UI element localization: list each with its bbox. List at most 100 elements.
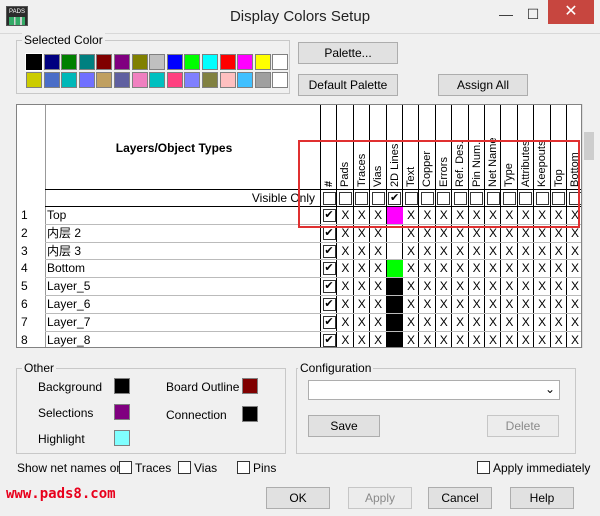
palette-swatch[interactable] [26,72,42,88]
disabled-color-cell[interactable]: X [354,278,370,295]
palette-swatch[interactable] [272,54,289,70]
palette-swatch[interactable] [131,72,148,88]
disabled-color-cell[interactable]: X [551,260,567,277]
disabled-color-cell[interactable]: X [567,314,581,331]
palette-swatch[interactable] [184,54,201,70]
palette-button[interactable]: Palette... [298,42,398,64]
disabled-color-cell[interactable]: X [403,332,419,347]
layer-visible-checkbox[interactable]: ✔ [322,333,336,347]
palette-swatch[interactable] [114,54,130,70]
disabled-color-cell[interactable]: X [403,314,419,331]
layer-color-cell[interactable] [386,296,403,313]
disabled-color-cell[interactable]: X [337,296,353,313]
layer-name[interactable]: Bottom [47,260,301,277]
layer-visible-checkbox[interactable]: ✔ [322,280,336,294]
apply-button[interactable]: Apply [348,487,412,509]
palette-swatch[interactable] [43,54,60,70]
disabled-color-cell[interactable]: X [501,278,517,295]
disabled-color-cell[interactable]: X [469,260,485,277]
highlight-color-swatch[interactable] [114,430,130,446]
layer-name[interactable]: 内层 3 [47,243,301,260]
disabled-color-cell[interactable]: X [354,296,370,313]
disabled-color-cell[interactable]: X [452,260,468,277]
disabled-color-cell[interactable]: X [469,278,485,295]
layer-name[interactable]: 内层 2 [47,225,301,242]
cancel-button[interactable]: Cancel [428,487,492,509]
disabled-color-cell[interactable]: X [436,314,452,331]
help-button[interactable]: Help [510,487,574,509]
disabled-color-cell[interactable]: X [436,278,452,295]
disabled-color-cell[interactable]: X [337,243,353,260]
disabled-color-cell[interactable]: X [403,296,419,313]
disabled-color-cell[interactable]: X [534,260,550,277]
palette-swatch[interactable] [61,54,78,70]
disabled-color-cell[interactable]: X [419,314,435,331]
layer-color-cell[interactable] [386,260,403,278]
layer-visible-checkbox[interactable]: ✔ [322,315,336,329]
disabled-color-cell[interactable]: X [518,243,534,260]
disabled-color-cell[interactable]: X [534,314,550,331]
disabled-color-cell[interactable]: X [419,296,435,313]
disabled-color-cell[interactable]: X [485,260,501,277]
disabled-color-cell[interactable]: X [354,332,370,347]
disabled-color-cell[interactable]: X [501,296,517,313]
disabled-color-cell[interactable]: X [518,314,534,331]
grid-scrollbar-thumb[interactable] [584,132,594,160]
disabled-color-cell[interactable]: X [337,260,353,277]
disabled-color-cell[interactable]: X [403,243,419,260]
palette-swatch[interactable] [166,72,183,88]
palette-swatch[interactable] [254,54,271,70]
configuration-select[interactable]: ⌄ [308,380,560,400]
disabled-color-cell[interactable]: X [337,278,353,295]
palette-swatch[interactable] [166,54,183,70]
layer-visible-checkbox[interactable]: ✔ [322,244,336,258]
disabled-color-cell[interactable]: X [370,278,386,295]
disabled-color-cell[interactable]: X [419,243,435,260]
palette-swatch[interactable] [25,53,43,71]
disabled-color-cell[interactable]: X [403,260,419,277]
board-outline-color-swatch[interactable] [242,378,258,394]
disabled-color-cell[interactable]: X [469,296,485,313]
disabled-color-cell[interactable]: X [370,314,386,331]
disabled-color-cell[interactable]: X [534,243,550,260]
palette-swatch[interactable] [131,54,148,70]
disabled-color-cell[interactable]: X [419,260,435,277]
palette-swatch[interactable] [114,72,130,88]
disabled-color-cell[interactable]: X [551,243,567,260]
disabled-color-cell[interactable]: X [501,314,517,331]
disabled-color-cell[interactable]: X [436,260,452,277]
palette-swatch[interactable] [237,54,254,70]
traces-checkbox[interactable] [119,461,132,474]
disabled-color-cell[interactable]: X [567,260,581,277]
disabled-color-cell[interactable]: X [567,243,581,260]
disabled-color-cell[interactable]: X [436,332,452,347]
disabled-color-cell[interactable]: X [370,332,386,347]
disabled-color-cell[interactable]: X [469,314,485,331]
disabled-color-cell[interactable]: X [567,296,581,313]
background-color-swatch[interactable] [114,378,130,394]
layer-visible-checkbox[interactable]: ✔ [322,298,336,311]
palette-swatch[interactable] [219,72,236,88]
close-button[interactable]: ✕ [548,0,594,24]
palette-swatch[interactable] [43,72,60,88]
disabled-color-cell[interactable]: X [337,332,353,347]
assign-all-button[interactable]: Assign All [438,74,528,96]
pins-checkbox[interactable] [237,461,250,474]
layer-name[interactable]: Top [47,207,301,224]
save-button[interactable]: Save [308,415,380,437]
layer-visible-checkbox[interactable]: ✔ [322,226,336,240]
maximize-button[interactable]: ☐ [522,4,544,24]
layer-name[interactable]: Layer_8 [47,332,301,347]
palette-swatch[interactable] [96,54,113,70]
disabled-color-cell[interactable]: X [452,314,468,331]
disabled-color-cell[interactable]: X [534,296,550,313]
layer-color-cell[interactable] [386,278,403,296]
disabled-color-cell[interactable]: X [518,296,534,313]
palette-swatch[interactable] [78,72,95,88]
layer-name[interactable]: Layer_7 [47,314,301,331]
disabled-color-cell[interactable]: X [501,243,517,260]
palette-swatch[interactable] [272,72,289,88]
palette-swatch[interactable] [61,72,78,88]
disabled-color-cell[interactable]: X [452,243,468,260]
disabled-color-cell[interactable]: X [518,332,534,347]
